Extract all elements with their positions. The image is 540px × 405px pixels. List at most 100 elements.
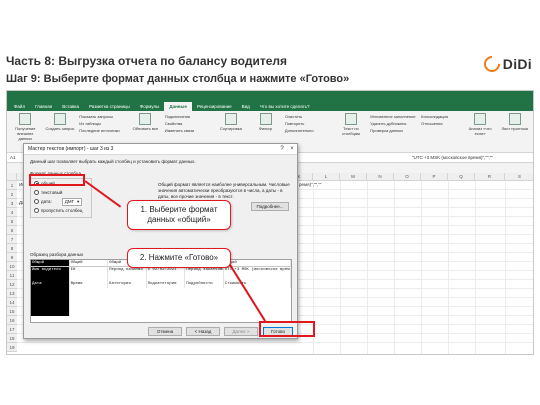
what-if-button[interactable]: Анализ «что если»: [465, 113, 496, 150]
tab-page-layout[interactable]: Разметка страницы: [84, 102, 135, 111]
grid-line: [17, 342, 533, 343]
column-header[interactable]: R: [475, 173, 505, 181]
radio-dot[interactable]: [34, 199, 39, 204]
flash-fill-button[interactable]: Мгновенное заполнение: [370, 114, 417, 119]
data-preview[interactable]: Общий Общий Общий Общий Общий Общий Имя …: [30, 259, 292, 323]
row-header[interactable]: 13: [7, 289, 17, 298]
radio-skip[interactable]: пропустить столбец: [31, 206, 91, 215]
preview-header-cell[interactable]: Общий: [31, 260, 70, 267]
edit-links-button[interactable]: Изменить связи: [165, 128, 212, 133]
slide-title: Часть 8: Выгрузка отчета по балансу води…: [6, 54, 288, 68]
cell-overflow-text: ремя)","","": [299, 182, 322, 187]
row-header[interactable]: 5: [7, 217, 17, 226]
dialog-title-bar: Мастер текстов (импорт) - шаг 3 из 3 ? ×: [24, 144, 297, 155]
forecast-sheet-button[interactable]: Лист прогноза: [499, 113, 530, 150]
didi-logo: DiDi: [480, 52, 532, 76]
column-header[interactable]: N: [367, 173, 394, 181]
radio-date-label: дата:: [41, 199, 52, 204]
tab-review[interactable]: Рецензирование: [192, 102, 237, 111]
text-columns-icon: [344, 113, 357, 125]
connections-button[interactable]: Подключения: [165, 114, 212, 119]
preview-row: Имя водителя ЕИ Период начиная с 02/02/2…: [31, 267, 291, 274]
preview-cell: [185, 274, 224, 281]
tab-home[interactable]: Главная: [30, 102, 57, 111]
select-all-corner[interactable]: [7, 173, 17, 181]
preview-row: Дата Время Категория Подкатегория Подроб…: [31, 281, 291, 288]
tab-view[interactable]: Вид: [237, 102, 255, 111]
formula-input[interactable]: "UTC +3 MSK (московское время)","","": [412, 155, 493, 160]
help-button[interactable]: ?: [277, 146, 287, 152]
next-button[interactable]: Далее >: [224, 327, 258, 336]
column-header[interactable]: L: [313, 173, 340, 181]
tab-insert[interactable]: Вставка: [57, 102, 84, 111]
from-table-button[interactable]: Из таблицы: [79, 121, 126, 126]
row-header[interactable]: 4: [7, 208, 17, 217]
row-header[interactable]: 9: [7, 253, 17, 262]
column-header[interactable]: S: [505, 173, 533, 181]
row-header[interactable]: 14: [7, 298, 17, 307]
row-header[interactable]: 19: [7, 343, 17, 352]
row-header[interactable]: 10: [7, 262, 17, 271]
reapply-button[interactable]: Повторить: [285, 121, 332, 126]
text-to-columns-button[interactable]: Текст по столбцам: [336, 113, 367, 150]
preview-row: [31, 274, 291, 281]
format-description: Общий формат является наиболее универсал…: [158, 182, 290, 199]
consolidate-button[interactable]: Консолидация: [421, 114, 461, 119]
column-header[interactable]: P: [421, 173, 448, 181]
preview-cell: Время: [70, 281, 109, 288]
preview-header-cell[interactable]: Общий: [69, 260, 109, 267]
tell-me-search[interactable]: Что вы хотите сделать?: [255, 102, 315, 111]
radio-text[interactable]: текстовый: [31, 188, 91, 197]
row-header[interactable]: 8: [7, 244, 17, 253]
row-header[interactable]: 17: [7, 325, 17, 334]
cancel-button[interactable]: Отмена: [148, 327, 182, 336]
row-header[interactable]: 12: [7, 280, 17, 289]
recent-sources-button[interactable]: Последние источники: [79, 128, 126, 133]
preview-cell: [31, 274, 70, 281]
grid-line: [448, 181, 449, 354]
row-header[interactable]: 2: [7, 190, 17, 199]
properties-button[interactable]: Свойства: [165, 121, 212, 126]
preview-header-cell[interactable]: Общий: [223, 260, 291, 267]
data-validation-button[interactable]: Проверка данных: [370, 128, 417, 133]
tab-formulas[interactable]: Формулы: [135, 102, 165, 111]
preview-cell: [70, 274, 109, 281]
remove-duplicates-button[interactable]: Удалить дубликаты: [370, 121, 417, 126]
row-header[interactable]: 11: [7, 271, 17, 280]
radio-date[interactable]: дата: ДМГ ▾: [31, 197, 91, 206]
preview-cell: Период заканчивая 02/02/2021: [186, 267, 224, 274]
radio-dot[interactable]: [34, 208, 39, 213]
tab-data[interactable]: Данные: [164, 102, 192, 111]
close-button[interactable]: ×: [287, 146, 297, 152]
didi-logo-icon: [480, 52, 504, 76]
clear-button[interactable]: Очистить: [285, 114, 332, 119]
preview-cell: [108, 274, 147, 281]
row-header[interactable]: 7: [7, 235, 17, 244]
row-header[interactable]: 15: [7, 307, 17, 316]
more-button[interactable]: Подробнее...: [251, 202, 289, 211]
column-header[interactable]: M: [340, 173, 367, 181]
row-header[interactable]: 18: [7, 334, 17, 343]
filter-icon: [259, 113, 272, 125]
row-header[interactable]: 1: [7, 181, 17, 190]
radio-dot[interactable]: [34, 190, 39, 195]
back-button[interactable]: < Назад: [186, 327, 220, 336]
column-header[interactable]: Q: [448, 173, 475, 181]
table-icon: [53, 113, 66, 125]
row-header[interactable]: 3: [7, 199, 17, 208]
logo-text: DiDi: [502, 56, 532, 72]
advanced-button[interactable]: Дополнительно: [285, 128, 332, 133]
show-queries-button[interactable]: Показать запросы: [79, 114, 126, 119]
radio-skip-label: пропустить столбец: [41, 208, 83, 213]
date-format-select[interactable]: ДМГ ▾: [61, 197, 83, 206]
row-header[interactable]: 16: [7, 316, 17, 325]
preview-cell: [31, 309, 70, 316]
chevron-down-icon: ▾: [77, 198, 80, 204]
tab-file[interactable]: Файл: [9, 102, 30, 111]
column-header[interactable]: O: [394, 173, 421, 181]
preview-cell: Подробности: [185, 281, 224, 288]
relationships-button[interactable]: Отношения: [421, 121, 461, 126]
preview-cell: [31, 295, 70, 302]
preview-cell: с 02/02/2021: [147, 267, 186, 274]
row-header[interactable]: 6: [7, 226, 17, 235]
